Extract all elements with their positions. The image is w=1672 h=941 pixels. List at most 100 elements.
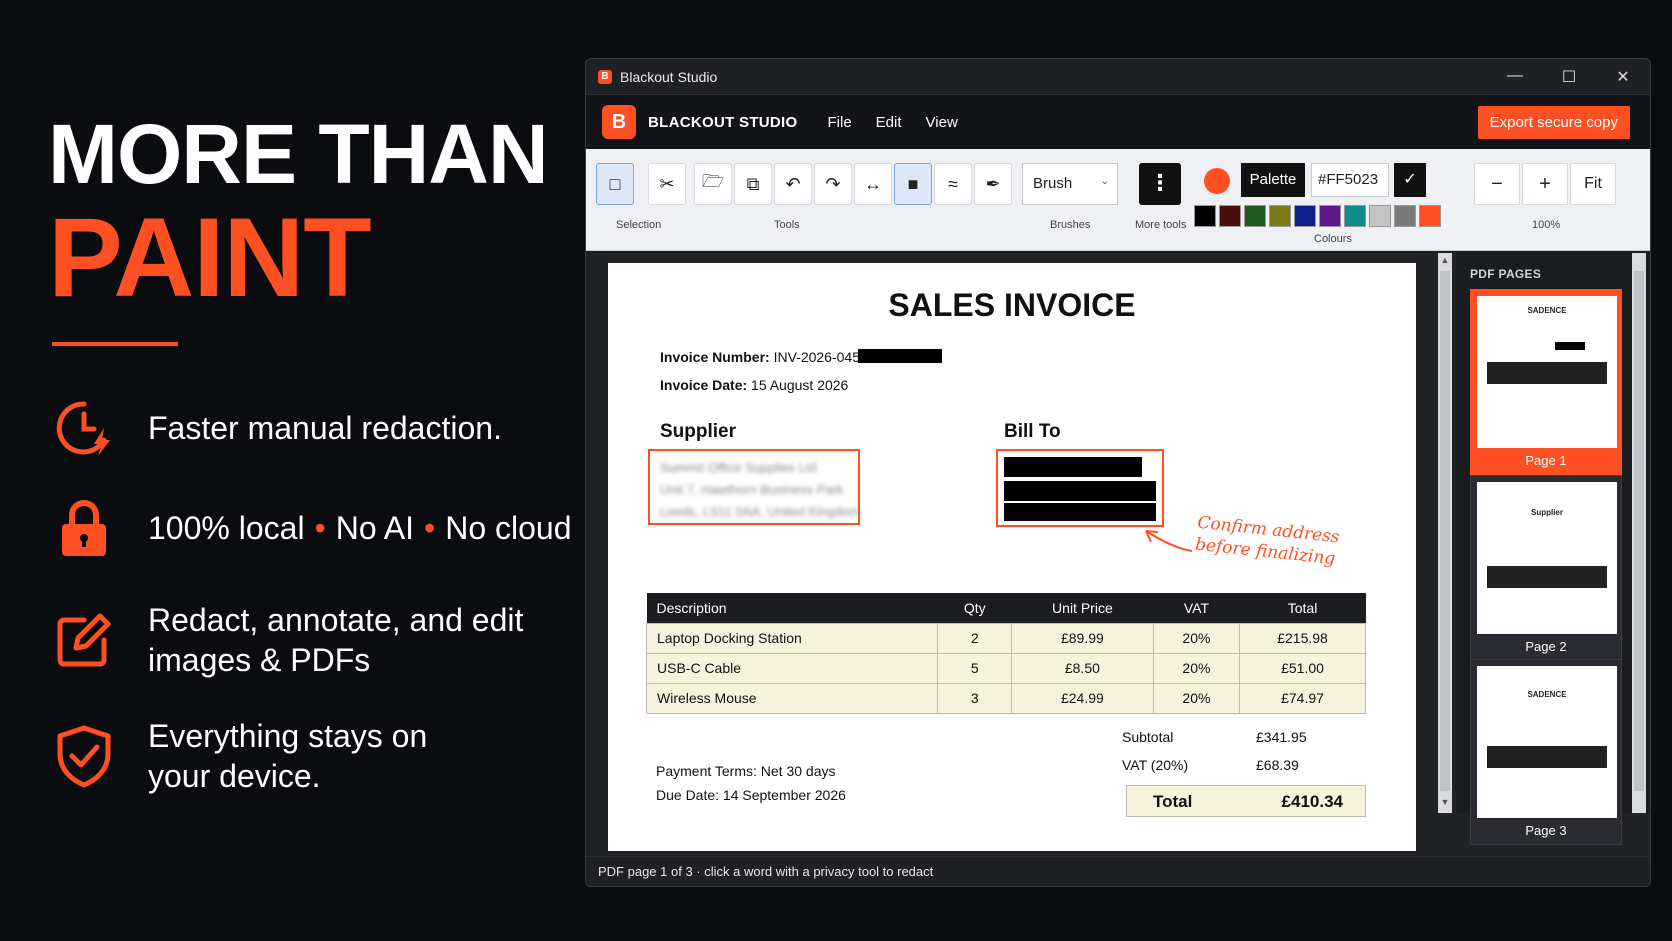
zoom-out-button[interactable]: − [1474,163,1520,205]
resize-button[interactable]: ↔ [854,163,892,205]
table-cell: 20% [1152,682,1241,714]
supplier-blur-region[interactable]: Summit Office Supplies Ltd Unit 7, Hawth… [648,449,860,525]
invoice-date[interactable]: Invoice Date: 15 August 2026 [660,377,848,393]
table-cell: 20% [1152,622,1241,654]
scroll-thumb[interactable] [1634,271,1644,791]
page-thumb-2[interactable]: Supplier Page 2 [1470,475,1622,661]
group-label-colours: Colours [1314,233,1352,245]
colour-swatch[interactable] [1319,205,1341,227]
more-tools-button[interactable]: ⋮ [1139,163,1181,205]
feature-fast-text: Faster manual redaction. [148,410,502,446]
feature-edit-line1: Redact, annotate, and edit [148,602,524,638]
colour-swatch[interactable] [1244,205,1266,227]
invoice-number[interactable]: Invoice Number: INV-2026-0457 [660,349,868,365]
close-icon[interactable]: ✕ [1596,67,1650,87]
colour-swatch[interactable] [1419,205,1441,227]
plus-icon: + [1539,173,1551,195]
colour-swatch[interactable] [1294,205,1316,227]
app-window: B Blackout Studio — ☐ ✕ B BLACKOUT STUDI… [585,58,1651,887]
shield-check-icon [52,724,116,788]
redaction-box [1004,481,1156,501]
redaction-box[interactable] [858,349,942,363]
scroll-up-icon[interactable]: ▲ [1438,255,1452,269]
brush-select[interactable]: Brush ⌄ [1022,163,1118,205]
zoom-fit-button[interactable]: Fit [1570,163,1616,205]
cut-button[interactable]: ✂ [648,163,686,205]
copy-button[interactable]: ⧉ [734,163,772,205]
column-header: Qty [937,593,1012,623]
undo-icon: ↶ [785,173,801,194]
table-row[interactable]: Wireless Mouse 3 £24.99 20% £74.97 [645,682,1366,714]
group-label-tools: Tools [774,219,800,231]
minimize-icon[interactable]: — [1488,67,1542,87]
palette-button[interactable]: Palette [1241,163,1305,197]
thumb-table [1487,746,1607,768]
vat-label: VAT (20%) [1122,757,1189,773]
bill-to-heading: Bill To [1004,421,1061,442]
zoom-in-button[interactable]: + [1522,163,1568,205]
blackout-box-button[interactable]: ■ [894,163,932,205]
hero-title-line1: MORE THAN [48,107,549,201]
page-thumb-3[interactable]: SADENCE Page 3 [1470,659,1622,845]
canvas-scrollbar[interactable]: ▲ ▼ [1438,253,1452,813]
thumb-table [1487,362,1607,384]
copy-icon: ⧉ [746,173,760,194]
pdf-pages-header: PDF PAGES [1470,267,1542,281]
menu-file[interactable]: File [828,114,852,131]
colour-swatch[interactable] [1369,205,1391,227]
grand-total-row: Total £410.34 [1126,785,1366,817]
toolbar-ribbon: □ Selection ✂ 🗁 ⧉ ↶ ↷ ↔ ■ ≈ ✒ Tools Brus… [586,149,1650,251]
table-cell: £215.98 [1239,622,1366,654]
colour-swatch[interactable] [1219,205,1241,227]
open-button[interactable]: 🗁 [694,163,732,205]
feature-nocloud-text: No cloud [445,510,572,546]
feature-local: 100% local • No AI • No cloud [52,496,572,560]
bill-to-redaction-region[interactable] [996,449,1164,527]
feature-device-line1: Everything stays on [148,718,428,754]
table-row[interactable]: Laptop Docking Station 2 £89.99 20% £215.98 [645,622,1366,654]
annotation-note[interactable]: Confirm address before finalizing [1194,512,1341,571]
thumb-table [1487,566,1607,588]
selection-tool-button[interactable]: □ [596,163,634,205]
selection-icon: □ [609,173,621,194]
menu-bar: B BLACKOUT STUDIO File Edit View Export … [586,95,1650,149]
payment-terms: Payment Terms: Net 30 days [656,763,836,779]
invoice-number-value: INV-2026-0457 [773,349,868,365]
table-cell: 20% [1152,652,1241,684]
clock-bolt-icon [52,396,116,460]
table-row[interactable]: USB-C Cable 5 £8.50 20% £51.00 [645,652,1366,684]
page-preview: SADENCE [1477,666,1617,818]
pages-scrollbar[interactable] [1632,253,1646,813]
colour-swatch[interactable] [1394,205,1416,227]
page-label: Page 2 [1525,639,1567,654]
maximize-icon[interactable]: ☐ [1542,67,1596,87]
hex-input[interactable]: #FF5023 [1311,163,1389,197]
group-label-brushes: Brushes [1050,219,1091,231]
brand-logo: B [602,105,636,139]
blur-button[interactable]: ≈ [934,163,972,205]
colour-swatch[interactable] [1344,205,1366,227]
colour-swatch[interactable] [1269,205,1291,227]
scroll-thumb[interactable] [1440,271,1450,791]
current-colour[interactable] [1204,168,1230,194]
page-thumb-1[interactable]: SADENCE Page 1 [1470,289,1622,475]
export-button[interactable]: Export secure copy [1477,105,1630,139]
redo-icon: ↷ [825,173,841,194]
pdf-page[interactable]: SALES INVOICE Invoice Number: INV-2026-0… [608,263,1416,851]
apply-hex-button[interactable]: ✓ [1394,163,1426,197]
feature-device-line2: your device. [148,758,321,794]
pen-button[interactable]: ✒ [974,163,1012,205]
redo-button[interactable]: ↷ [814,163,852,205]
undo-button[interactable]: ↶ [774,163,812,205]
arrows-horizontal-icon: ↔ [864,173,882,194]
menu-view[interactable]: View [926,114,958,131]
supplier-line: Leeds, LS11 0AA, United Kingdom [660,504,860,519]
thumb-title: SADENCE [1527,306,1567,315]
scroll-down-icon[interactable]: ▼ [1438,797,1452,811]
feature-edit: Redact, annotate, and edit images & PDFs [52,600,523,680]
thumb-title: Supplier [1530,508,1563,517]
column-header: Total [1239,593,1366,623]
menu-edit[interactable]: Edit [876,114,902,131]
colour-swatch[interactable] [1194,205,1216,227]
folder-icon: 🗁 [701,171,725,191]
